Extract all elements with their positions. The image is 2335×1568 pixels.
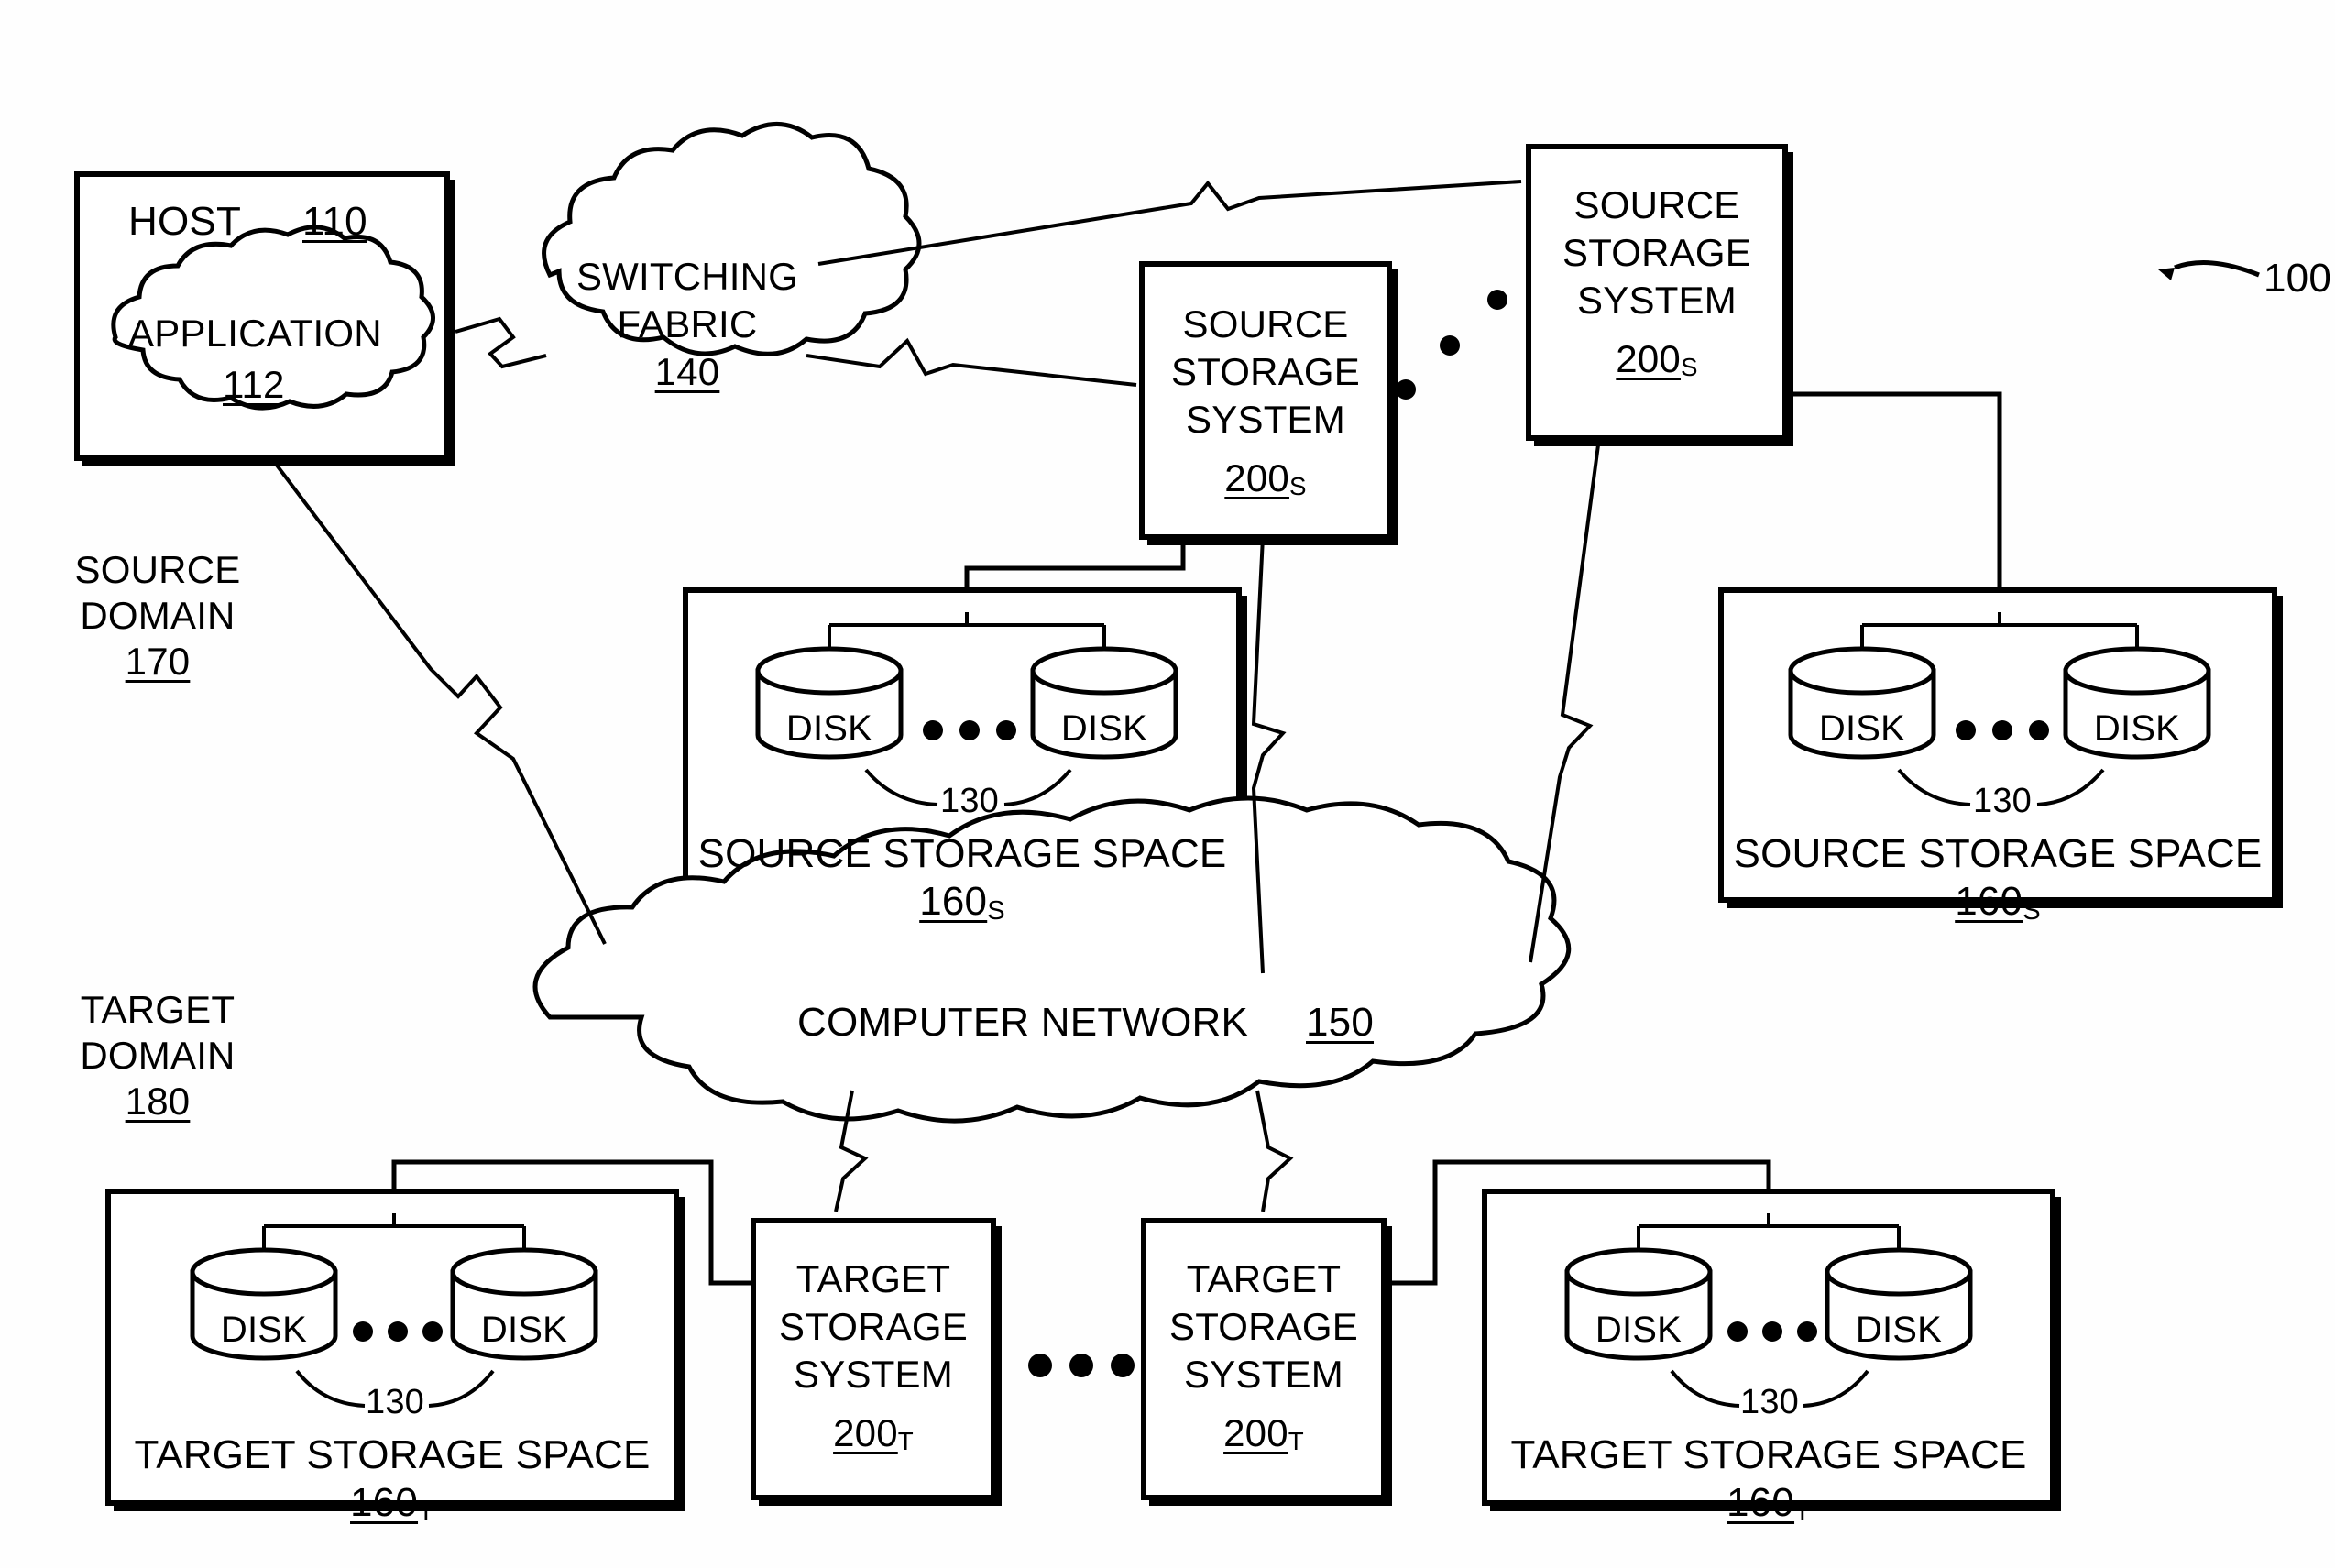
source-space-right-disk-reference: 130 — [1972, 782, 2032, 820]
target-space-right-bus — [1637, 1213, 1901, 1281]
target-storage-system-right-line1: TARGET — [1186, 1257, 1342, 1300]
target-storage-system-left-reference: 200T — [753, 1411, 993, 1456]
target-space-left-title: TARGET STORAGE SPACE — [134, 1432, 651, 1477]
source-space-mid-disk-left-label: DISK — [785, 708, 873, 749]
connector-host-to-network — [273, 461, 607, 945]
target-space-left-disk-ellipsis — [353, 1321, 443, 1342]
connector-host-fabric — [455, 316, 547, 369]
target-domain-line1: TARGET — [80, 988, 236, 1031]
source-storage-system-mid-ref-sub: S — [1288, 472, 1307, 501]
connector-fabric-source-system-right — [817, 180, 1522, 266]
target-storage-system-right-ref-sub: T — [1288, 1427, 1304, 1456]
connector-source-system-to-space-right — [1793, 391, 2002, 590]
source-domain-line1: SOURCE — [74, 548, 241, 591]
source-storage-system-right-ref-num: 200 — [1616, 337, 1681, 380]
source-space-mid-bus — [828, 612, 1106, 680]
target-domain-line2: DOMAIN — [80, 1034, 236, 1077]
target-domain-reference: 180 — [125, 1080, 191, 1123]
target-space-right-disk-ellipsis — [1727, 1321, 1817, 1342]
source-storage-system-right-line3: SYSTEM — [1577, 279, 1737, 322]
figure-reference-numeral: 100 — [2264, 256, 2332, 301]
figure-ref-arrowhead — [2158, 268, 2175, 280]
target-storage-system-right-line2: STORAGE — [1168, 1305, 1358, 1348]
target-storage-system-left-line3: SYSTEM — [794, 1353, 953, 1396]
target-storage-system-left-ref-num: 200 — [833, 1411, 898, 1454]
target-space-left-disk-left-label: DISK — [220, 1310, 308, 1350]
source-space-mid-ref-sub: S — [987, 895, 1005, 926]
source-space-right-reference: 160S — [1721, 878, 2275, 926]
target-space-right-ref-sub: T — [1794, 1497, 1811, 1527]
target-storage-system-right-ref-num: 200 — [1223, 1411, 1288, 1454]
source-storage-system-right-line2: STORAGE — [1562, 231, 1751, 274]
connector-target-system-to-space-left — [391, 1159, 753, 1286]
figure-ref-arrow — [2174, 260, 2260, 278]
target-storage-system-left-line2: STORAGE — [778, 1305, 968, 1348]
source-storage-system-mid-line1: SOURCE — [1182, 302, 1349, 345]
source-space-right-title: SOURCE STORAGE SPACE — [1733, 831, 2263, 876]
source-space-mid-reference: 160S — [685, 878, 1239, 926]
source-systems-ellipsis — [1396, 290, 1507, 400]
host-reference: 110 — [302, 199, 367, 244]
target-storage-system-left-line1: TARGET — [795, 1257, 951, 1300]
connector-source-right-to-network — [1529, 437, 1601, 963]
source-space-mid-disk-right-label: DISK — [1060, 708, 1148, 749]
source-space-right-disk-ellipsis — [1956, 720, 2049, 740]
source-space-right-ref-num: 160 — [1955, 879, 2023, 924]
source-space-mid-title: SOURCE STORAGE SPACE — [697, 831, 1227, 876]
source-space-right-disk-left-label: DISK — [1818, 708, 1906, 749]
computer-network-title: COMPUTER NETWORK — [797, 1000, 1249, 1045]
source-storage-system-mid-reference: 200S — [1142, 456, 1389, 501]
target-storage-system-right-line3: SYSTEM — [1184, 1353, 1343, 1396]
target-storage-system-left-ref-sub: T — [897, 1427, 914, 1456]
connector-network-to-target-left — [834, 1090, 869, 1212]
source-space-mid-ref-num: 160 — [919, 879, 988, 924]
target-space-right-reference: 160T — [1485, 1479, 2053, 1527]
application-title: APPLICATION — [128, 312, 382, 355]
connector-fabric-source-system-mid — [806, 337, 1137, 387]
source-space-right-ref-sub: S — [2023, 895, 2041, 926]
target-space-left-ref-sub: T — [418, 1497, 434, 1527]
target-space-right-disk-right-label: DISK — [1855, 1310, 1943, 1350]
source-storage-system-mid-ref-num: 200 — [1224, 456, 1289, 499]
target-space-right-disk-reference: 130 — [1739, 1383, 1799, 1421]
patent-figure-canvas: 100 HOST 110 APPLICATION 112 SOURCE DOMA… — [0, 0, 2335, 1568]
application-reference: 112 — [223, 363, 285, 406]
connector-target-system-to-space-right — [1392, 1159, 1771, 1286]
target-space-left-reference: 160T — [108, 1479, 676, 1527]
source-space-mid-disk-ellipsis — [923, 720, 1016, 740]
switching-fabric-line1: SWITCHING — [576, 255, 799, 298]
source-storage-system-right-reference: 200S — [1529, 337, 1785, 382]
source-space-right-disk-right-label: DISK — [2093, 708, 2181, 749]
connector-source-mid-to-network — [1251, 536, 1287, 974]
target-storage-system-right-reference: 200T — [1144, 1411, 1384, 1456]
source-storage-system-right-ref-sub: S — [1680, 353, 1698, 382]
switching-fabric-line2: FABRIC — [617, 302, 758, 345]
target-space-left-bus — [262, 1213, 526, 1281]
source-storage-system-right-line1: SOURCE — [1573, 183, 1740, 226]
target-space-right-disk-left-label: DISK — [1595, 1310, 1683, 1350]
source-space-mid-disk-reference: 130 — [939, 782, 999, 820]
source-storage-system-mid-line2: STORAGE — [1170, 350, 1360, 393]
target-space-left-disk-reference: 130 — [365, 1383, 424, 1421]
target-systems-ellipsis — [1028, 1354, 1135, 1377]
target-space-left-disk-right-label: DISK — [480, 1310, 568, 1350]
source-space-right-bus — [1860, 612, 2139, 680]
connector-network-to-target-right — [1255, 1090, 1294, 1212]
connector-source-system-to-space-mid — [964, 537, 1186, 590]
target-space-right-title: TARGET STORAGE SPACE — [1510, 1432, 2027, 1477]
target-space-left-ref-num: 160 — [350, 1480, 419, 1525]
target-space-right-ref-num: 160 — [1727, 1480, 1795, 1525]
computer-network-reference: 150 — [1306, 1000, 1375, 1045]
host-title: HOST — [128, 199, 242, 244]
source-domain-line2: DOMAIN — [80, 594, 236, 637]
source-domain-reference: 170 — [125, 640, 191, 683]
switching-fabric-reference: 140 — [654, 350, 720, 393]
source-storage-system-mid-line3: SYSTEM — [1186, 398, 1345, 441]
